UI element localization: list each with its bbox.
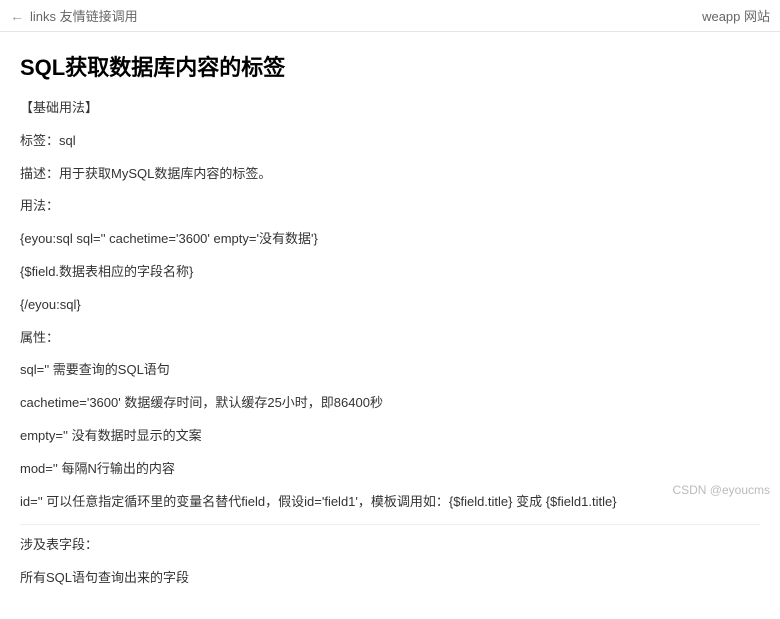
attr-cachetime: cachetime='3600' 数据缓存时间，默认缓存25小时，即86400秒 bbox=[20, 393, 760, 414]
attr-mod: mod='' 每隔N行输出的内容 bbox=[20, 459, 760, 480]
usage-line1: {eyou:sql sql='' cachetime='3600' empty=… bbox=[20, 229, 760, 250]
fields-label: 涉及表字段： bbox=[20, 535, 760, 556]
usage-line2: {$field.数据表相应的字段名称} bbox=[20, 262, 760, 283]
fields-desc: 所有SQL语句查询出来的字段 bbox=[20, 568, 760, 589]
page-title: SQL获取数据库内容的标签 bbox=[20, 50, 760, 82]
nav-next[interactable]: weapp 网站 bbox=[702, 6, 770, 25]
desc: 描述：用于获取MySQL数据库内容的标签。 bbox=[20, 164, 760, 185]
tag-label: 标签：sql bbox=[20, 131, 760, 152]
usage-line3: {/eyou:sql} bbox=[20, 295, 760, 316]
attr-label: 属性： bbox=[20, 328, 760, 349]
attr-sql: sql='' 需要查询的SQL语句 bbox=[20, 360, 760, 381]
nav-prev[interactable]: ← links 友情链接调用 bbox=[10, 6, 138, 25]
content-area: SQL获取数据库内容的标签 【基础用法】 标签：sql 描述：用于获取MySQL… bbox=[0, 32, 780, 619]
nav-next-label: weapp 网站 bbox=[702, 9, 770, 24]
attr-empty: empty='' 没有数据时显示的文案 bbox=[20, 426, 760, 447]
usage-label: 用法： bbox=[20, 196, 760, 217]
nav-prev-label: links 友情链接调用 bbox=[30, 6, 138, 25]
arrow-left-icon: ← bbox=[10, 8, 24, 24]
attr-id: id='' 可以任意指定循环里的变量名替代field，假设id='field1'… bbox=[20, 492, 760, 513]
watermark: CSDN @eyoucms bbox=[672, 483, 770, 497]
basic-header: 【基础用法】 bbox=[20, 98, 760, 119]
divider bbox=[20, 524, 760, 525]
top-nav: ← links 友情链接调用 weapp 网站 bbox=[0, 0, 780, 32]
